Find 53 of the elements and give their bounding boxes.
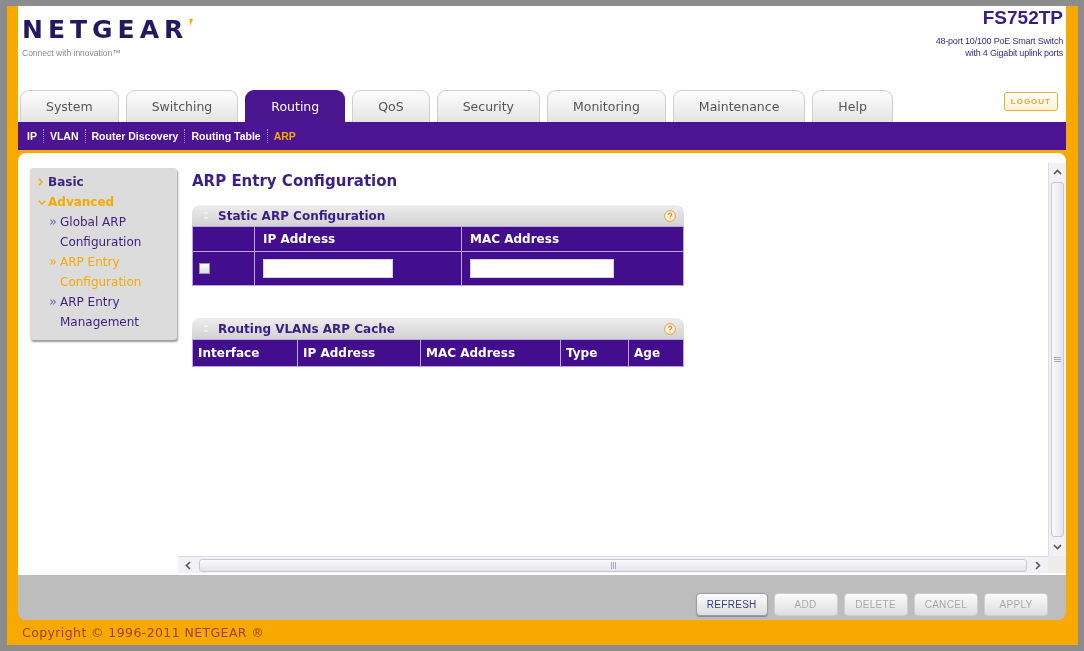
horizontal-scrollbar[interactable] xyxy=(178,556,1048,573)
action-button[interactable]: REFRESH xyxy=(695,593,768,616)
copyright-text: Copyright © 1996-2011 NETGEAR ® xyxy=(22,625,265,640)
column-header: IP Address xyxy=(297,339,421,367)
nav-tab[interactable]: Monitoring xyxy=(547,90,666,122)
scrollbar-thumb[interactable] xyxy=(1051,182,1064,537)
nav-tab[interactable]: Maintenance xyxy=(672,90,806,122)
arrow-down-icon[interactable] xyxy=(1053,544,1062,550)
model-name: FS752TP xyxy=(982,8,1063,28)
subnav-link[interactable]: Routing Table xyxy=(184,129,267,143)
column-header: Interface xyxy=(192,339,298,367)
double-chevron-icon xyxy=(50,299,56,305)
arrow-left-icon[interactable] xyxy=(185,560,191,570)
arrow-up-icon[interactable] xyxy=(1053,169,1062,175)
page-title: ARP Entry Configuration xyxy=(192,171,399,191)
scrollbar-thumb[interactable] xyxy=(199,558,1027,572)
nav-tab[interactable]: Security xyxy=(436,90,540,122)
arrow-right-icon[interactable] xyxy=(1035,560,1041,570)
model-description: with 4 Gigabit uplink ports xyxy=(965,47,1063,59)
nav-tab[interactable]: Help xyxy=(812,90,893,122)
column-header: IP Address xyxy=(254,226,462,252)
sidebar-subitem[interactable]: ARP Entry Management xyxy=(60,292,173,332)
subnav-link[interactable]: VLAN xyxy=(42,129,85,143)
help-icon[interactable] xyxy=(664,322,676,335)
column-header: MAC Address xyxy=(420,339,561,367)
logo-mark-icon xyxy=(188,19,194,26)
brand-tagline: Connect with innovation™ xyxy=(22,48,121,59)
panel-title: Routing VLANs ARP Cache xyxy=(218,320,395,337)
help-icon[interactable] xyxy=(664,209,676,222)
nav-tab[interactable]: Routing xyxy=(245,90,346,122)
vertical-scrollbar[interactable] xyxy=(1048,163,1066,556)
checkbox[interactable] xyxy=(199,263,210,274)
subnav-link[interactable]: ARP xyxy=(266,129,302,143)
text-field[interactable] xyxy=(470,259,614,278)
column-header: MAC Address xyxy=(461,226,684,252)
grip-icon xyxy=(1054,357,1061,362)
double-chevron-icon xyxy=(50,219,56,225)
nav-tab[interactable]: QoS xyxy=(352,90,430,122)
sidebar-item[interactable]: Basic xyxy=(48,172,84,192)
text-field[interactable] xyxy=(263,259,393,278)
brand-logo: NETGEAR xyxy=(22,16,189,43)
subnav-link[interactable]: IP xyxy=(18,129,43,143)
double-chevron-icon xyxy=(50,259,56,265)
nav-tab[interactable]: System xyxy=(20,90,119,122)
panel-title: Static ARP Configuration xyxy=(218,207,386,224)
scrollbar-corner xyxy=(1048,556,1066,573)
column-header: Age xyxy=(628,339,684,367)
subnav-link[interactable]: Router Discovery xyxy=(84,129,185,143)
model-description: 48-port 10/100 PoE Smart Switch xyxy=(935,35,1063,47)
sidebar-subitem[interactable]: Global ARP Configuration xyxy=(60,212,173,252)
grip-icon xyxy=(610,561,616,569)
column-header: Type xyxy=(560,339,629,367)
nav-tab[interactable]: Switching xyxy=(125,90,239,122)
